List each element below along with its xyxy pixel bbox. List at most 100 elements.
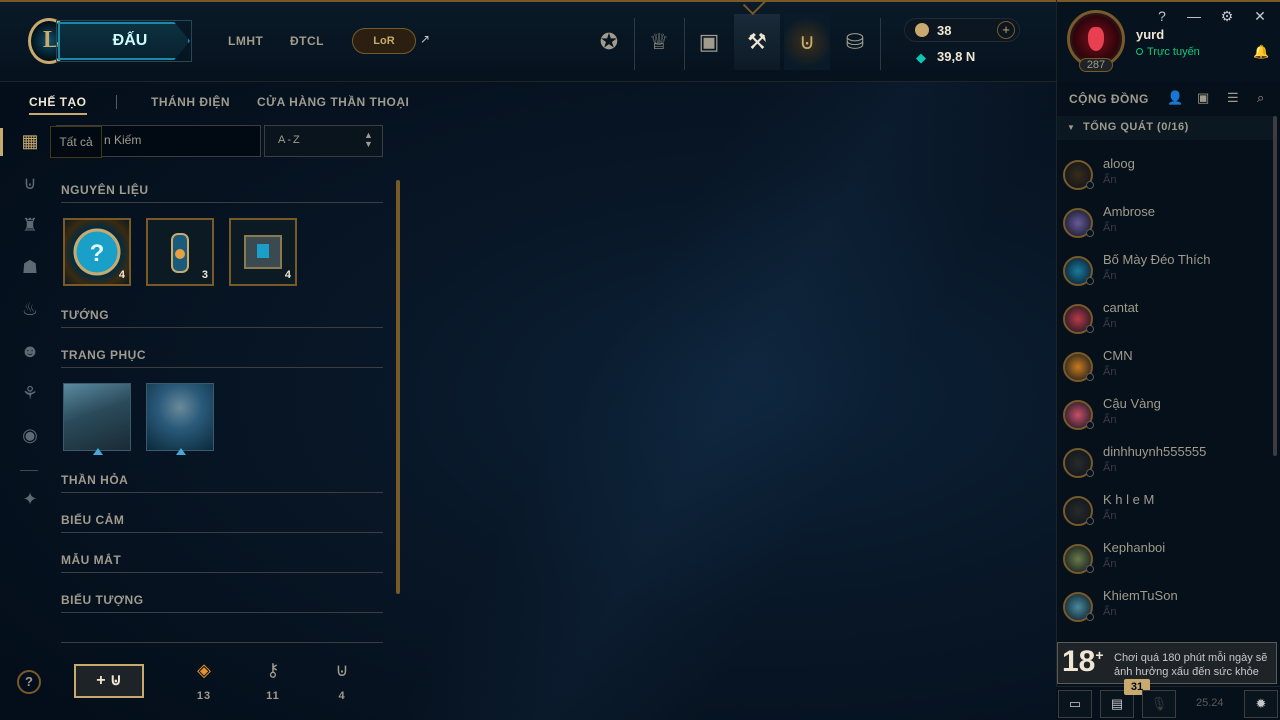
age-plus: + (1095, 647, 1104, 663)
section-eyes: MẪU MẮT (61, 553, 122, 567)
friend-row[interactable]: cantat Ẩn (1063, 298, 1273, 342)
buy-rp-button[interactable]: + (997, 21, 1015, 39)
friend-row[interactable]: KhiemTuSon Ẩn (1063, 586, 1273, 630)
top-bar: L ĐẤU LMHT ĐTCL LoR ↗ ✪ ♕ ▣ ⚒ ⊍ ⛁ 38 + ◆… (0, 0, 1056, 82)
search-icon[interactable]: ⌕ (1257, 90, 1264, 106)
add-chest-button[interactable]: + ⊍ (74, 664, 144, 698)
skin-shard-tile[interactable] (63, 383, 131, 455)
status-text[interactable]: Trực tuyến (1136, 46, 1200, 58)
section-divider (61, 327, 383, 328)
loot-scrollbar[interactable] (396, 180, 400, 594)
friend-row[interactable]: Cậu Vàng Ẩn (1063, 394, 1273, 438)
store-icon[interactable]: ⛁ (832, 14, 878, 70)
section-materials: NGUYÊN LIỆU (61, 183, 149, 197)
collection-icon[interactable]: ▣ (686, 14, 732, 70)
friend-name: dinhhuynh555555 (1103, 444, 1207, 459)
add-folder-icon[interactable]: ▣ (1197, 90, 1209, 106)
list-view-icon[interactable]: ☰ (1227, 90, 1239, 106)
friend-avatar (1063, 496, 1094, 526)
item-count: 4 (284, 269, 291, 281)
section-divider (61, 612, 383, 613)
key-icon: ⚷ (266, 660, 280, 680)
resource-chests: ⊍ 4 (322, 660, 362, 702)
resource-value: 11 (266, 690, 280, 702)
filter-eye-icon[interactable]: ⚘ (18, 381, 42, 405)
friend-status: Ẩn (1103, 222, 1117, 234)
chest-icon: ⊍ (335, 660, 349, 680)
friend-status: Ẩn (1103, 318, 1117, 330)
settings-icon[interactable]: ⚙ (1218, 8, 1236, 25)
nav-divider (634, 18, 635, 70)
friend-row[interactable]: Bố Mày Đéo Thích Ẩn (1063, 250, 1273, 294)
friend-avatar (1063, 592, 1094, 622)
friend-avatar (1063, 544, 1094, 574)
section-divider (61, 492, 383, 493)
tft-icon[interactable]: ♕ (636, 14, 682, 70)
friend-row[interactable]: K h l e M Ẩn (1063, 490, 1273, 534)
pass-icon[interactable]: ⊍ (784, 14, 830, 70)
friend-avatar (1063, 160, 1094, 190)
close-icon[interactable]: ✕ (1251, 8, 1269, 25)
filter-chest-icon[interactable]: ⊍ (18, 171, 42, 195)
material-tile-capsule[interactable]: 3 (146, 218, 214, 286)
notification-bell-icon[interactable]: 🔔 (1253, 44, 1269, 60)
friend-row[interactable]: CMN Ẩn (1063, 346, 1273, 390)
friend-row[interactable]: aloog Ẩn (1063, 154, 1273, 198)
filter-other-icon[interactable]: ✦ (18, 487, 42, 511)
filter-emote-icon[interactable]: ☻ (18, 339, 42, 363)
age-rating: 18+ (1062, 645, 1104, 679)
friend-status: Ẩn (1103, 510, 1117, 522)
status-dot-icon (1086, 613, 1094, 621)
social-title: CỘNG ĐỒNG (1069, 92, 1149, 106)
filter-all-icon[interactable]: ▦ (18, 129, 42, 153)
bug-report-icon[interactable]: ✹ (1244, 690, 1278, 718)
summoner-name[interactable]: yurd (1136, 27, 1164, 42)
section-divider (61, 572, 383, 573)
tab-crafting[interactable]: CHẾ TẠO (29, 95, 87, 115)
filter-ward-icon[interactable]: ♨ (18, 297, 42, 321)
material-tile-mystery[interactable]: ? 4 (63, 218, 131, 286)
sort-caret-icon: ▲ ▼ (364, 130, 373, 149)
status-dot-icon (1086, 373, 1094, 381)
version-label: 25.24 (1196, 697, 1224, 709)
nav-lol[interactable]: LMHT (228, 34, 263, 48)
minimize-button[interactable]: — (1185, 8, 1203, 24)
nav-divider (880, 18, 881, 70)
material-tile-chest[interactable]: 4 (229, 218, 297, 286)
chat-button[interactable]: ▭ (1058, 690, 1092, 718)
tab-mythic-shop[interactable]: CỬA HÀNG THẦN THOẠI (257, 95, 409, 109)
help-button[interactable]: ? (17, 670, 41, 694)
friend-row[interactable]: Kephanboi Ẩn (1063, 538, 1273, 582)
friend-row[interactable]: dinhhuynh555555 Ẩn (1063, 442, 1273, 486)
section-champions: TƯỚNG (61, 308, 110, 322)
play-button[interactable]: ĐẤU (58, 22, 190, 60)
help-icon[interactable]: ? (1153, 8, 1171, 24)
friend-name: CMN (1103, 348, 1133, 363)
friend-status: Ẩn (1103, 366, 1117, 378)
loot-icon[interactable]: ⚒ (734, 14, 780, 70)
add-friend-icon[interactable]: 👤 (1167, 90, 1183, 106)
friend-row[interactable]: Ambrose Ẩn (1063, 202, 1273, 246)
skin-rarity-icon (176, 448, 186, 455)
level-badge: 287 (1079, 58, 1113, 72)
friend-avatar (1063, 400, 1094, 430)
nav-tft[interactable]: ĐTCL (290, 34, 324, 48)
tab-sanctum[interactable]: THÁNH ĐIỆN (151, 95, 230, 109)
status-dot-icon (1136, 48, 1143, 55)
age-number: 18 (1062, 645, 1096, 678)
tooltip: Tất cả (50, 126, 102, 158)
voice-button[interactable]: 🎙 (1142, 690, 1176, 718)
friend-name: KhiemTuSon (1103, 588, 1178, 603)
nav-lor[interactable]: LoR (352, 28, 416, 54)
resource-keys: ⚷ 11 (253, 660, 293, 702)
rail-active-indicator (0, 128, 3, 156)
status-dot-icon (1086, 469, 1094, 477)
filter-champion-icon[interactable]: ♜ (18, 213, 42, 237)
worlds-icon[interactable]: ✪ (586, 14, 632, 70)
skin-shard-tile[interactable] (146, 383, 214, 455)
filter-icon-icon[interactable]: ◉ (18, 423, 42, 447)
filter-skin-icon[interactable]: ☗ (18, 255, 42, 279)
friend-group-header[interactable]: ▼ TỔNG QUÁT (0/16) (1057, 116, 1273, 140)
friend-status: Ẩn (1103, 558, 1117, 570)
social-scrollbar[interactable] (1273, 116, 1277, 456)
